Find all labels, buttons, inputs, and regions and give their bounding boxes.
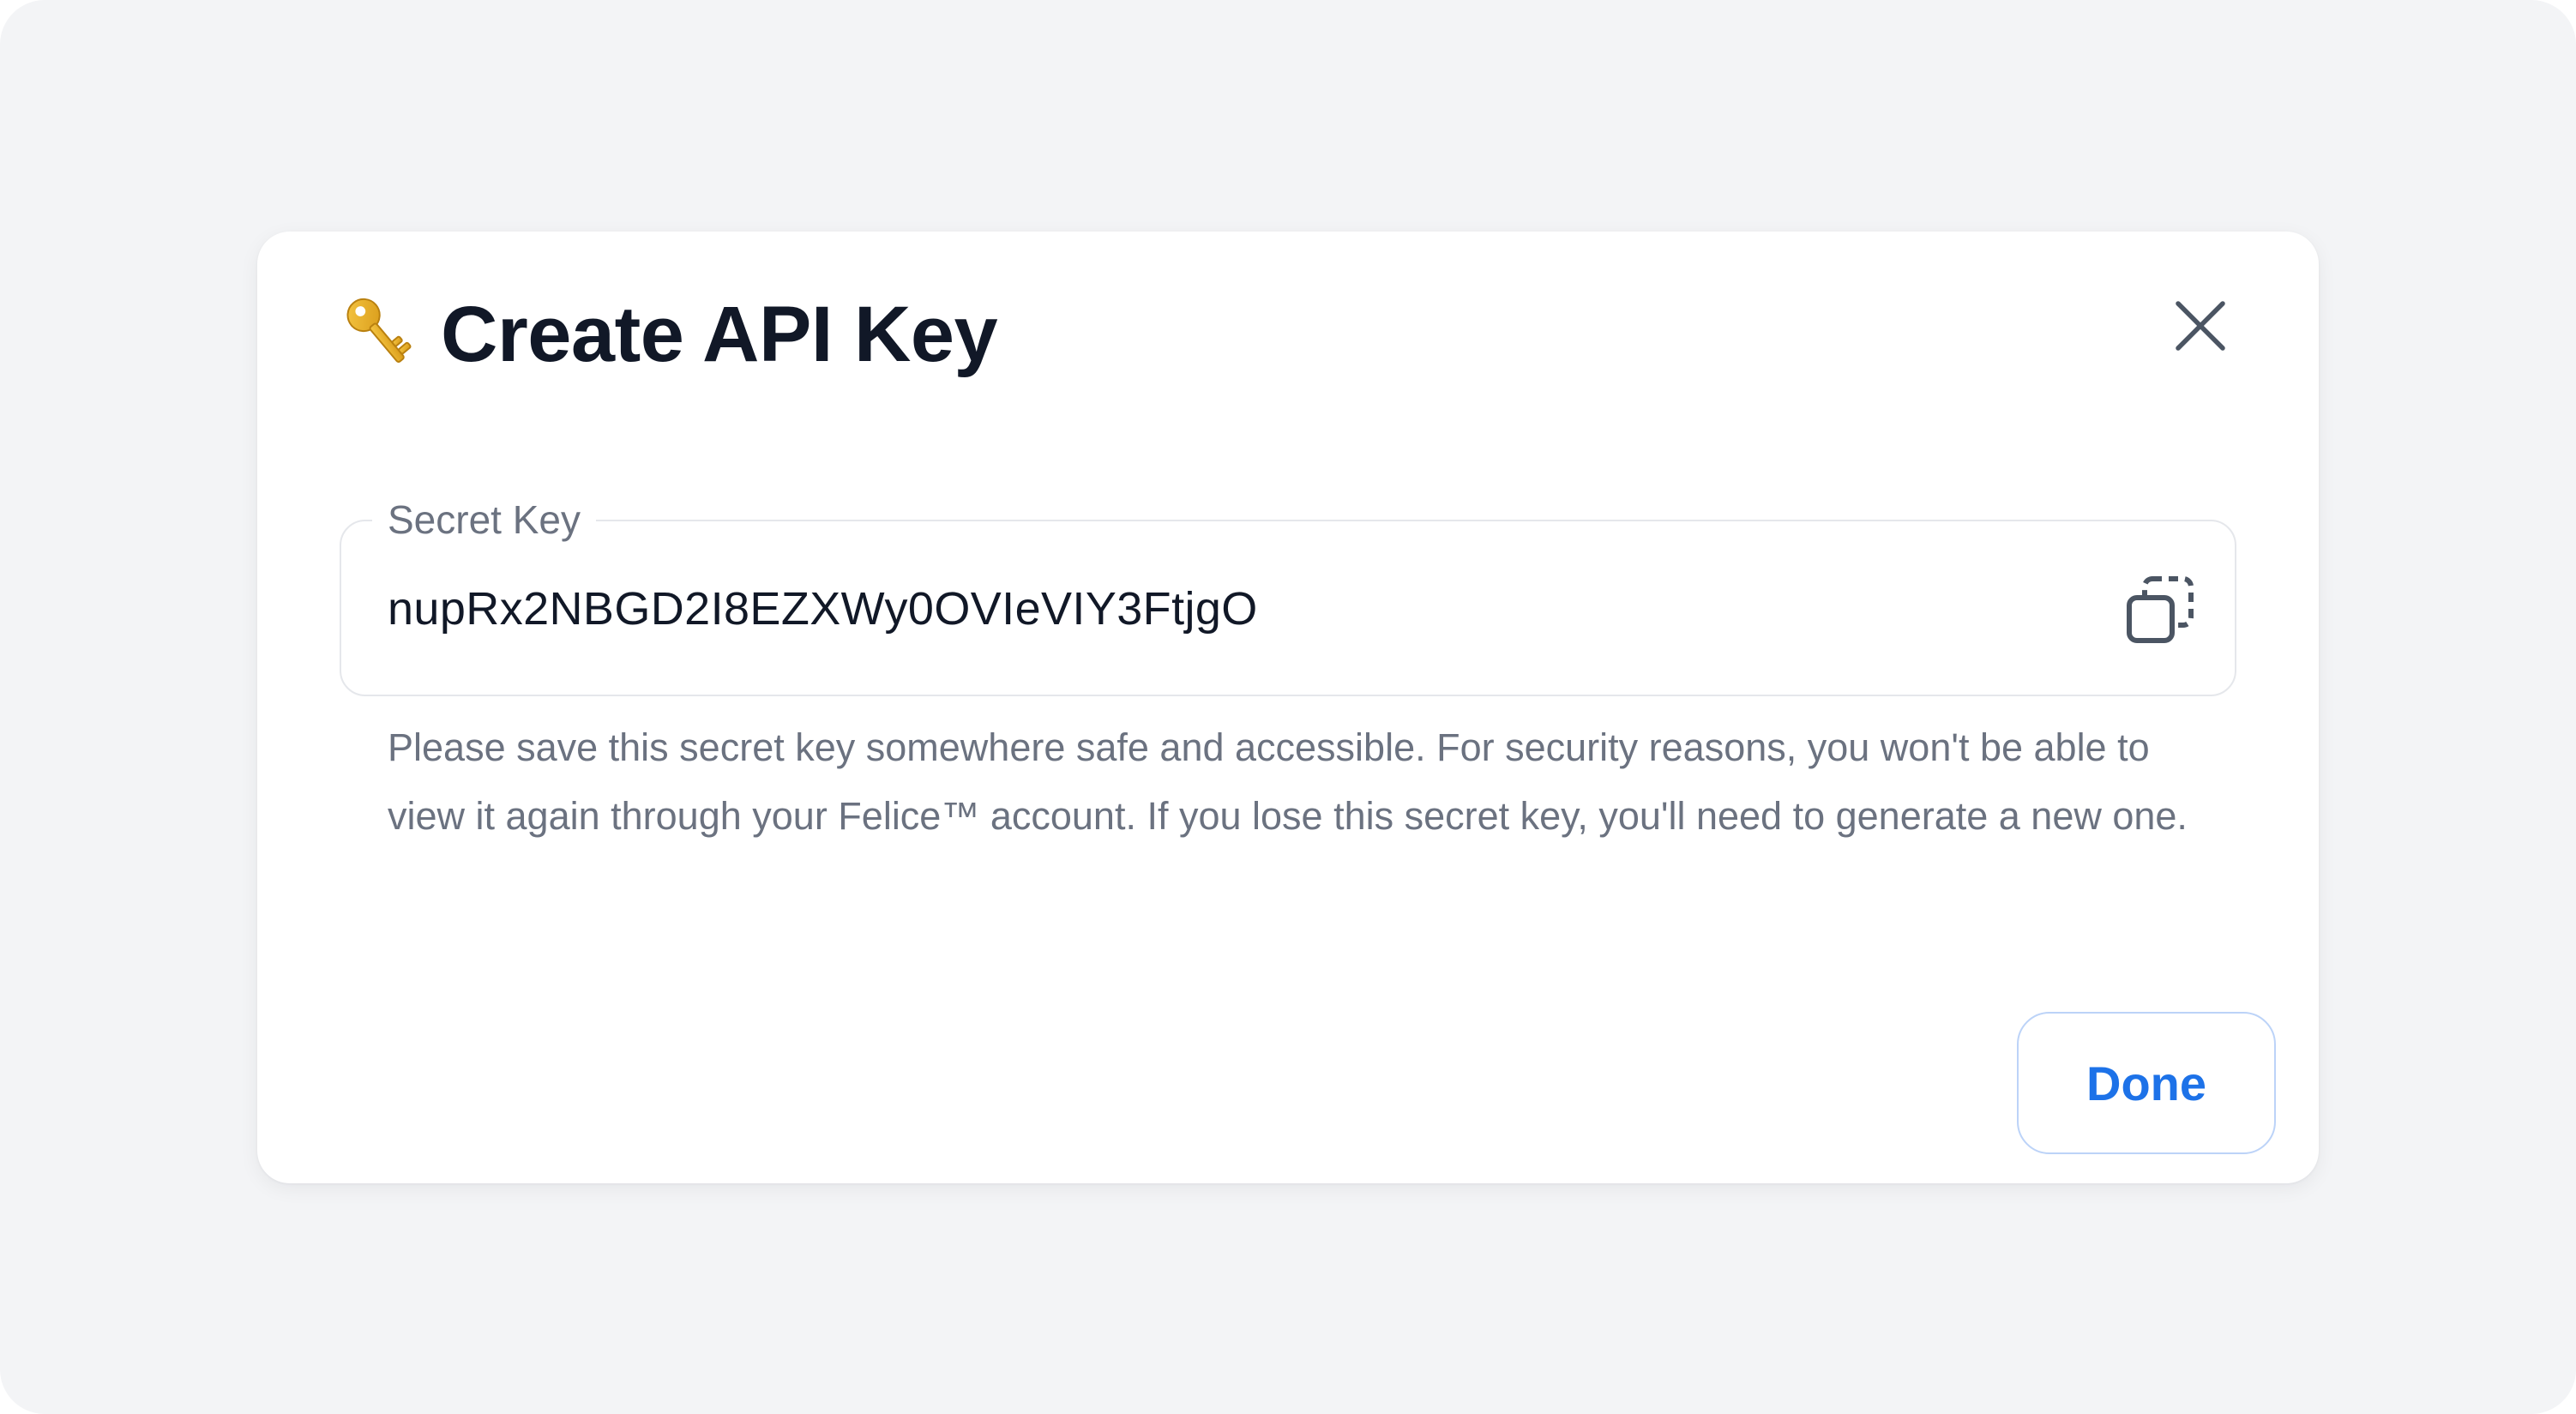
secret-key-helper-text: Please save this secret key somewhere sa…	[388, 725, 2188, 838]
close-icon	[2176, 301, 2225, 351]
close-button[interactable]	[2168, 293, 2233, 358]
dialog-header: Create API Key	[338, 283, 998, 386]
key-icon	[338, 292, 422, 376]
copy-button[interactable]	[2122, 571, 2200, 650]
secret-key-value[interactable]: nupRx2NBGD2I8EZXWy0OVIeVIY3FtjgO	[388, 576, 1258, 641]
done-button[interactable]: Done	[2017, 1012, 2276, 1154]
secret-key-field[interactable]: Secret Key nupRx2NBGD2I8EZXWy0OVIeVIY3Ft…	[340, 492, 2236, 696]
page-background: Create API Key Secret Key nupRx2NBGD2I8E…	[0, 0, 2576, 1414]
dialog-title: Create API Key	[441, 291, 998, 378]
copy-icon	[2127, 576, 2194, 643]
create-api-key-dialog: Create API Key Secret Key nupRx2NBGD2I8E…	[257, 232, 2319, 1183]
secret-key-label: Secret Key	[372, 492, 596, 547]
